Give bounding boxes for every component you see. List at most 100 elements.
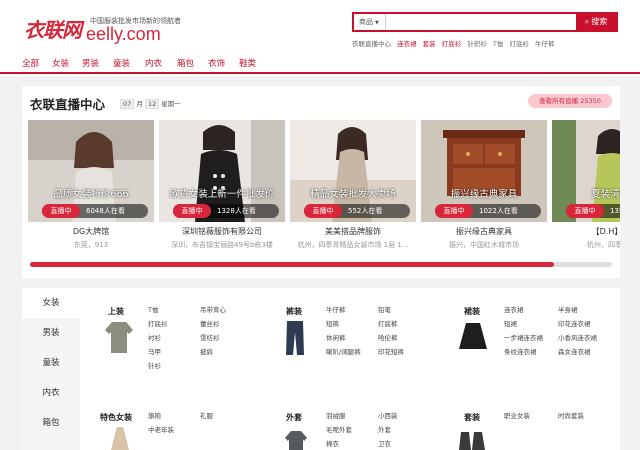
category-link[interactable]: 毛呢外套 xyxy=(326,424,352,434)
category-link[interactable]: 牛仔裤 xyxy=(326,304,346,314)
category-link[interactable]: 哈伦裤 xyxy=(378,332,398,342)
shop-name[interactable]: DG大牌馆 xyxy=(28,226,154,237)
nav-item-all[interactable]: 全部 xyxy=(22,57,39,69)
category-link[interactable]: 印花短裤 xyxy=(378,346,404,356)
logo[interactable]: 衣联网 中国服装批发市场新的领航者 eelly.com xyxy=(24,14,194,44)
category-sidebar: 女装 男装 童装 内衣 箱包 xyxy=(22,288,80,450)
hotword-link[interactable]: 套装 xyxy=(423,40,436,48)
category-link[interactable]: 中老年装 xyxy=(148,424,174,434)
group-title-skirts[interactable]: 裙装 xyxy=(464,306,480,317)
nav-item-accessories[interactable]: 衣饰 xyxy=(208,57,225,69)
category-link[interactable]: 小香风连衣裙 xyxy=(558,332,597,342)
live-card[interactable]: 精品女装批发大卖场 直播中 552人在看 美美搭品牌服饰 杭州，四季青精品女装市… xyxy=(290,120,416,254)
shop-name[interactable]: 深圳铭薇服饰有限公司 xyxy=(159,226,285,237)
category-link[interactable]: 衬衫 xyxy=(148,332,161,342)
nav-item-bags[interactable]: 箱包 xyxy=(177,57,194,69)
live-banner: 振兴缘古典家具 xyxy=(450,189,518,200)
carousel-scroll-thumb[interactable] xyxy=(30,262,554,267)
jeans-thumbnail xyxy=(286,321,304,355)
category-link[interactable]: 旗袍 xyxy=(148,410,161,420)
hotword-link[interactable]: 针织衫 xyxy=(467,40,487,48)
search-button[interactable]: ⌕ 搜索 xyxy=(576,14,616,30)
nav-item-shoes[interactable]: 鞋类 xyxy=(239,57,256,69)
category-link[interactable]: 卫衣 xyxy=(378,438,391,448)
category-link[interactable]: 印花连衣裙 xyxy=(558,318,591,328)
nav-item-underwear[interactable]: 内衣 xyxy=(145,57,162,69)
sidebar-item-bags[interactable]: 箱包 xyxy=(22,408,80,438)
category-link[interactable]: 一步裙连衣裙 xyxy=(504,332,543,342)
category-link[interactable]: 短裤 xyxy=(326,318,339,328)
shop-name[interactable]: 【D.H】欧美 xyxy=(552,226,620,237)
live-banner: 夏装清仓！ xyxy=(591,189,620,200)
shop-name[interactable]: 振兴缘古典家具 xyxy=(421,226,547,237)
dress-thumbnail xyxy=(111,427,129,450)
category-link[interactable]: 半身裙 xyxy=(558,304,578,314)
category-link[interactable]: 休闲裤 xyxy=(326,332,346,342)
skirt-thumbnail xyxy=(459,323,487,349)
group-title-special[interactable]: 特色女装 xyxy=(100,412,132,423)
group-title-tops[interactable]: 上装 xyxy=(108,306,124,317)
category-link[interactable]: 小西装 xyxy=(378,410,398,420)
category-link[interactable]: 雪纺衫 xyxy=(200,332,220,342)
sidebar-item-men[interactable]: 男装 xyxy=(22,318,80,348)
sidebar-item-kids[interactable]: 童装 xyxy=(22,348,80,378)
live-card[interactable]: 欧货女装上新一件批发价 直播中 1328人在看 深圳铭薇服饰有限公司 深圳，布吉… xyxy=(159,120,285,254)
category-link[interactable]: 马甲 xyxy=(148,346,161,356)
group-title-pants[interactable]: 裤装 xyxy=(286,306,302,317)
nav-item-men[interactable]: 男装 xyxy=(82,57,99,69)
search-bar: 商品 ▼ ⌕ 搜索 xyxy=(352,12,618,32)
shop-name[interactable]: 美美搭品牌服饰 xyxy=(290,226,416,237)
sidebar-item-women[interactable]: 女装 xyxy=(22,288,80,318)
group-title-sets[interactable]: 套装 xyxy=(464,412,480,423)
nav-item-women[interactable]: 女装 xyxy=(52,57,69,69)
live-center-panel: 衣联直播中心 07 月 12 星期一 查看所有直播 25350 品质女装特价66… xyxy=(22,86,620,278)
hotword-link[interactable]: 牛仔裤 xyxy=(535,40,555,48)
suit-set-thumbnail xyxy=(459,432,485,450)
category-link[interactable]: 针衫 xyxy=(148,360,161,370)
category-link[interactable]: 披肩 xyxy=(200,346,213,356)
category-link[interactable]: T恤 xyxy=(148,304,158,314)
hotword-link[interactable]: T恤 xyxy=(493,40,503,48)
live-badge: 直播中 xyxy=(173,204,211,218)
category-panel: 女装 男装 童装 内衣 箱包 上装 T恤 吊带背心 打底衫 蕾丝衫 衬衫 雪纺衫… xyxy=(22,288,620,450)
category-link[interactable]: 时尚套装 xyxy=(558,410,584,420)
category-link[interactable]: 喇叭/阔腿裤 xyxy=(326,346,361,356)
category-link[interactable]: 短裙 xyxy=(504,318,517,328)
date-weekday: 星期一 xyxy=(161,100,181,108)
hotword-link[interactable]: 衣联直播中心 xyxy=(352,40,391,48)
live-badge: 直播中 xyxy=(435,204,473,218)
category-link[interactable]: 棉衣 xyxy=(326,438,339,448)
category-link[interactable]: 蕾丝衫 xyxy=(200,318,220,328)
category-link[interactable]: 职业女装 xyxy=(504,410,530,420)
live-card[interactable]: 品质女装特价666 直播中 6048人在看 DG大牌馆 东莞，913 xyxy=(28,120,154,254)
group-title-coats[interactable]: 外套 xyxy=(286,412,302,423)
logo-domain: eelly.com xyxy=(86,24,161,44)
viewer-count: 552人在看 xyxy=(348,207,383,215)
search-category-select[interactable]: 商品 ▼ xyxy=(354,14,386,30)
category-link[interactable]: 打底裤 xyxy=(378,318,398,328)
carousel-scrollbar[interactable] xyxy=(30,262,612,267)
category-link[interactable]: 铅笔 xyxy=(378,304,391,314)
category-link[interactable]: 条纹连衣裙 xyxy=(504,346,537,356)
category-link[interactable]: 连衣裙 xyxy=(504,304,524,314)
live-badge: 直播中 xyxy=(304,204,342,218)
category-link[interactable]: 外套 xyxy=(378,424,391,434)
category-link[interactable]: 羽绒服 xyxy=(326,410,346,420)
hotword-link[interactable]: 打底衫 xyxy=(509,40,529,48)
live-card[interactable]: 振兴缘古典家具 直播中 1022人在看 振兴缘古典家具 振兴，中国红木城市场 xyxy=(421,120,547,254)
nav-divider xyxy=(0,72,640,74)
hotword-link[interactable]: 连衣裙 xyxy=(397,40,417,48)
logo-mark: 衣联网 xyxy=(24,18,82,42)
sidebar-item-underwear[interactable]: 内衣 xyxy=(22,378,80,408)
live-status-pill: 直播中 552人在看 xyxy=(304,204,410,218)
category-link[interactable]: 打底衫 xyxy=(148,318,168,328)
date-month-unit: 月 xyxy=(136,100,143,108)
category-link[interactable]: 森女连衣裙 xyxy=(558,346,591,356)
live-card[interactable]: 夏装清仓！ 直播中 1356人在看 【D.H】欧美 杭州，四季青精品 xyxy=(552,120,620,254)
nav-item-kids[interactable]: 童装 xyxy=(113,57,130,69)
category-link[interactable]: 吊带背心 xyxy=(200,304,226,314)
category-link[interactable]: 礼服 xyxy=(200,410,213,420)
hotword-link[interactable]: 打底衫 xyxy=(442,40,462,48)
view-all-live-button[interactable]: 查看所有直播 25350 xyxy=(528,94,612,108)
search-input[interactable] xyxy=(387,14,577,30)
